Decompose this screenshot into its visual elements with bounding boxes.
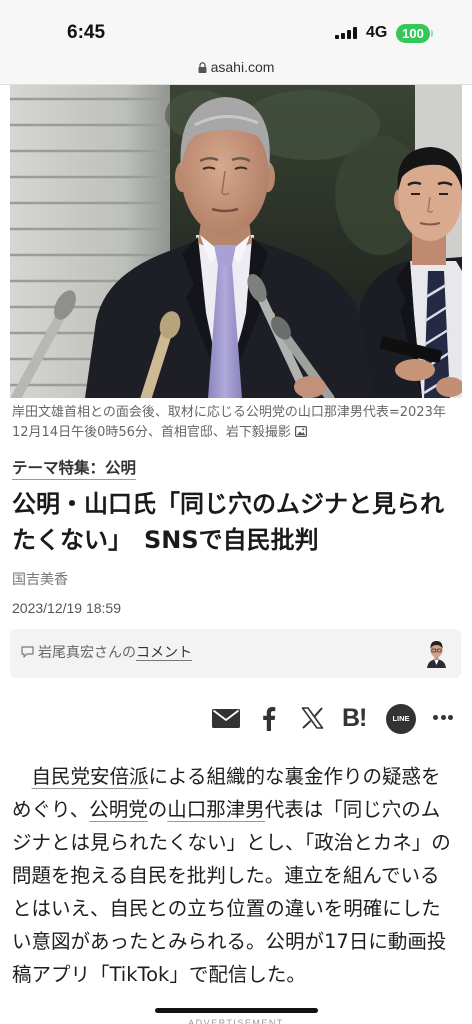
commenter-name: 岩尾真宏さんの: [38, 645, 136, 661]
status-time: 6:45: [67, 22, 106, 43]
more-dot: [440, 715, 446, 720]
comment-link[interactable]: コメント: [136, 645, 192, 661]
url-display[interactable]: asahi.com: [0, 58, 472, 76]
avatar[interactable]: [425, 637, 448, 668]
article-body: 自民党安倍派による組織的な裏金作りの疑惑をめぐり、公明党の山口那津男代表は「同じ…: [12, 760, 452, 1022]
hatena-bookmark-icon[interactable]: B!: [342, 704, 367, 732]
signal-bar: [353, 27, 357, 39]
more-dot: [448, 715, 453, 720]
speech-bubble-icon: [21, 646, 34, 658]
body-link-yamaguchi[interactable]: 山口那津男: [167, 798, 265, 821]
expert-comment-box[interactable]: 岩尾真宏さんのコメント: [10, 629, 461, 678]
signal-bar: [341, 32, 345, 39]
author-name: 国吉美香: [12, 572, 68, 588]
facebook-icon[interactable]: [262, 706, 276, 731]
lock-icon: [198, 61, 207, 73]
image-icon[interactable]: [294, 426, 307, 437]
body-link-jimin-abe-faction[interactable]: 自民党安倍派: [32, 765, 149, 788]
battery-nub: [431, 30, 433, 37]
advertisement-label: ADVERTISEMENT: [188, 1018, 284, 1024]
home-indicator[interactable]: [155, 1008, 318, 1013]
line-icon[interactable]: LINE: [386, 704, 416, 734]
article-title: 公明・山口氏「同じ穴のムジナと見られたくない」 SNSで自民批判: [12, 490, 444, 554]
x-icon[interactable]: [301, 707, 324, 729]
body-text-segment: 代表は「同じ穴のムジナとは見られたくない」とし、「政治とカネ」の問題を抱える自民…: [12, 798, 451, 986]
network-type: 4G: [366, 24, 388, 41]
body-text-segment: の: [147, 798, 168, 821]
body-text-segment: [12, 765, 32, 788]
body-link-komeito[interactable]: 公明党: [89, 798, 148, 821]
more-icon[interactable]: [433, 715, 453, 720]
mail-icon[interactable]: [212, 709, 240, 728]
more-dot: [433, 715, 438, 720]
publish-date: 2023/12/19 18:59: [12, 600, 121, 616]
hand: [294, 376, 326, 398]
photo-caption: 岸田文雄首相との面会後、取材に応じる公明党の山口那津男代表=2023年12月14…: [12, 403, 462, 443]
battery-icon: 100: [396, 24, 430, 43]
signal-bar: [335, 35, 339, 39]
photo-caption-text: 岸田文雄首相との面会後、取材に応じる公明党の山口那津男代表=2023年12月14…: [12, 405, 446, 440]
comment-label: 岩尾真宏さんのコメント: [38, 643, 192, 663]
url-bar[interactable]: asahi.com: [0, 50, 472, 85]
theme-tag-link[interactable]: テーマ特集：公明: [12, 458, 137, 480]
signal-strength-icon: [335, 27, 358, 39]
url-domain[interactable]: asahi.com: [211, 58, 275, 76]
signal-bar: [347, 30, 351, 39]
article-photo: [10, 85, 462, 398]
